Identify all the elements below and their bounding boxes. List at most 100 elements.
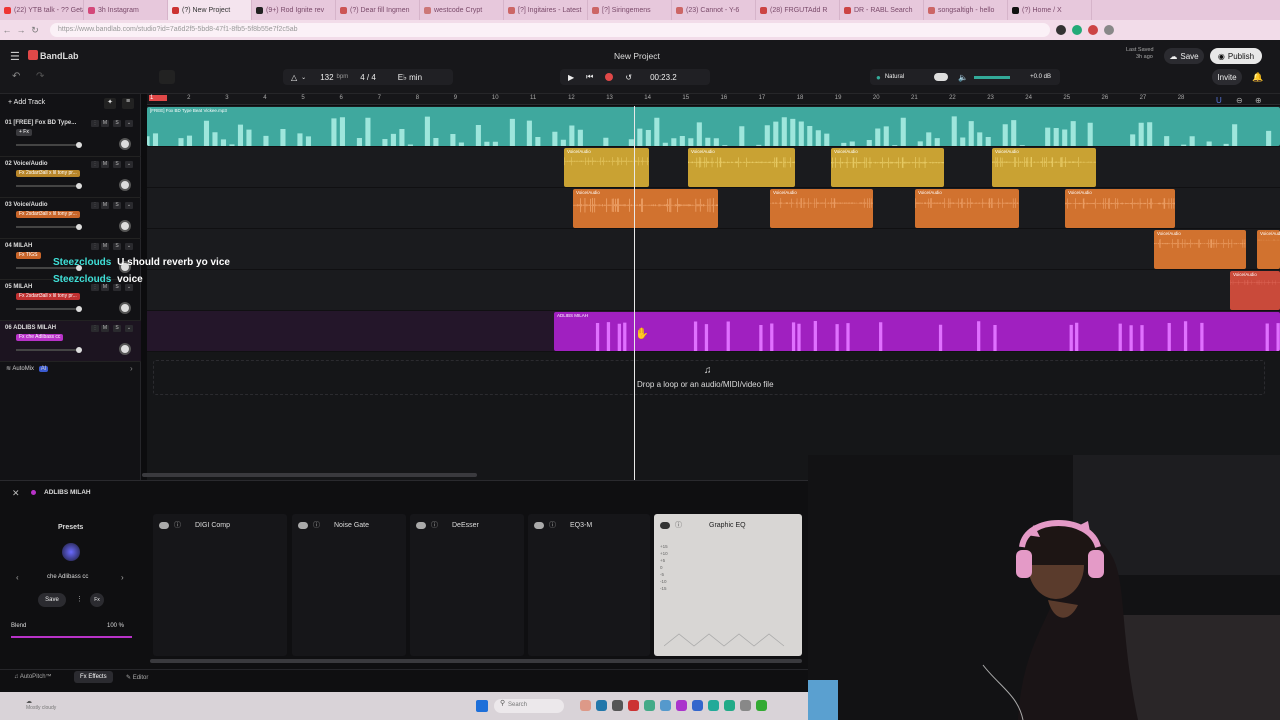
wand-icon[interactable]: ✦ — [104, 98, 116, 109]
project-title[interactable]: New Project — [614, 51, 660, 61]
tab-editor[interactable]: ✎ Editor — [126, 674, 148, 681]
profile-avatar[interactable] — [1104, 25, 1114, 35]
more-icon[interactable]: ⋮ — [76, 595, 83, 603]
browser-tab[interactable]: 3h Instagram — [84, 0, 168, 20]
slider-handle[interactable] — [76, 224, 82, 230]
blend-slider[interactable] — [11, 636, 132, 638]
undo-icon[interactable]: ↶ — [12, 71, 20, 82]
speaker-icon[interactable]: 🔈 — [958, 73, 968, 82]
automix-row[interactable]: ≋ AutoMix AI — [6, 365, 49, 372]
track-header[interactable]: 06 ADLIBS MILAH ⋮ M S ⌄ Fx che Adlibass cc — [0, 321, 141, 362]
browser-tab[interactable]: (28) FRGUTAdd R — [756, 0, 840, 20]
track-volume-slider[interactable] — [16, 142, 82, 148]
audio-clip[interactable]: Voice/Audio — [992, 148, 1096, 187]
track-name[interactable]: 05 MILAH — [5, 284, 32, 290]
weather-widget[interactable]: ☁ Mostly cloudy — [26, 698, 56, 711]
browser-tab[interactable]: (?) Home / X — [1008, 0, 1092, 20]
taskbar-app-icon[interactable] — [644, 700, 655, 711]
info-icon[interactable]: ⓘ — [431, 520, 438, 530]
key-value[interactable]: E♭ min — [398, 73, 422, 82]
browser-tab[interactable]: [?] Siringemens — [588, 0, 672, 20]
track-options-icon[interactable]: ⋮ — [91, 202, 99, 209]
extension-icon[interactable] — [1056, 25, 1066, 35]
taskbar-app-icon[interactable] — [692, 700, 703, 711]
metronome-icon[interactable]: △ — [291, 73, 297, 82]
solo-button[interactable]: S — [113, 284, 121, 291]
chevron-down-icon[interactable]: ⌄ — [125, 120, 133, 127]
effects-scrollbar[interactable] — [150, 659, 802, 663]
pan-knob[interactable] — [119, 343, 131, 355]
zoom-out-icon[interactable]: ⊖ — [1236, 96, 1243, 105]
taskbar-app-icon[interactable] — [660, 700, 671, 711]
master-volume-slider[interactable] — [974, 75, 1011, 79]
tab-effects[interactable]: Fx Effects — [74, 671, 113, 683]
taskbar-app-icon[interactable] — [596, 700, 607, 711]
info-icon[interactable]: ⓘ — [174, 520, 181, 530]
reload-icon[interactable]: ↻ — [28, 25, 42, 36]
audio-clip[interactable]: Voice/Audio — [1230, 271, 1280, 310]
browser-tab[interactable]: (23) Cannot - Y-6 — [672, 0, 756, 20]
browser-tab[interactable]: (22) YTB talk - ?? Geta — [0, 0, 84, 20]
track-volume-slider[interactable] — [16, 224, 82, 230]
playhead[interactable] — [634, 106, 635, 480]
play-icon[interactable]: ▶ — [568, 73, 574, 82]
zoom-in-icon[interactable]: ⊕ — [1255, 96, 1262, 105]
track-options-icon[interactable]: ⋮ — [91, 161, 99, 168]
slider-handle[interactable] — [76, 347, 82, 353]
track-options-icon[interactable]: ⋮ — [91, 120, 99, 127]
eq-curve[interactable] — [664, 626, 794, 650]
taskbar-app-icon[interactable] — [628, 700, 639, 711]
track-name[interactable]: 06 ADLIBS MILAH — [5, 325, 56, 331]
effect-toggle[interactable] — [159, 522, 169, 529]
menu-icon[interactable]: ☰ — [10, 50, 20, 63]
track-lane[interactable] — [147, 229, 1280, 270]
audio-clip[interactable]: Voice/Audio — [915, 189, 1019, 228]
tab-autopitch[interactable]: ♫ AutoPitch™ — [14, 674, 52, 680]
mixer-icon[interactable]: ≡ — [122, 98, 134, 109]
magnet-icon[interactable]: U — [1216, 96, 1222, 105]
windows-start-icon[interactable] — [476, 700, 488, 712]
track-fx-badge[interactable]: Fx 2sdart3all x lil tony pr... — [16, 170, 80, 177]
slider-handle[interactable] — [76, 142, 82, 148]
next-preset-icon[interactable]: › — [121, 573, 124, 582]
track-options-icon[interactable]: ⋮ — [91, 243, 99, 250]
info-icon[interactable]: ⓘ — [313, 520, 320, 530]
pan-knob[interactable] — [119, 220, 131, 232]
track-header[interactable]: 01 [FREE] Fox BD Type... ⋮ M S ⌄ + Fx — [0, 116, 141, 157]
loop-icon[interactable]: ↺ — [625, 73, 632, 82]
track-fx-badge[interactable]: Fx TIGS — [16, 252, 41, 259]
browser-tab[interactable]: [?] Ingitaires - Latest — [504, 0, 588, 20]
track-volume-slider[interactable] — [16, 183, 82, 189]
add-track-button[interactable]: + Add Track — [8, 99, 45, 106]
solo-button[interactable]: S — [113, 243, 121, 250]
track-lane[interactable] — [147, 270, 1280, 311]
taskbar-app-icon[interactable] — [756, 700, 767, 711]
extension-icon[interactable] — [1088, 25, 1098, 35]
audio-clip[interactable]: Voice/Audio — [831, 148, 944, 187]
skip-back-icon[interactable]: ⏮ — [586, 72, 593, 82]
mute-button[interactable]: M — [101, 120, 109, 127]
track-name[interactable]: 04 MILAH — [5, 243, 32, 249]
url-field[interactable]: https://www.bandlab.com/studio?id=7a6d2f… — [50, 23, 1050, 37]
pan-knob[interactable] — [119, 179, 131, 191]
taskbar-app-icon[interactable] — [724, 700, 735, 711]
track-name[interactable]: 02 Voice/Audio — [5, 161, 48, 167]
taskbar-app-icon[interactable] — [612, 700, 623, 711]
audio-clip[interactable]: [FREE] Fox BD Type Beat Vickee.mp3 — [147, 107, 1280, 146]
effect-toggle[interactable] — [660, 522, 670, 529]
track-volume-slider[interactable] — [16, 306, 82, 312]
taskbar-app-icon[interactable] — [580, 700, 591, 711]
taskbar-app-icon[interactable] — [708, 700, 719, 711]
audio-clip[interactable]: Voice/Audio — [573, 189, 718, 228]
browser-tab[interactable]: westcode Crypt — [420, 0, 504, 20]
slider-handle[interactable] — [76, 183, 82, 189]
pan-knob[interactable] — [119, 138, 131, 150]
timeline-lanes[interactable]: [FREE] Fox BD Type Beat Vickee.mp3 Voice/… — [147, 106, 1280, 480]
extension-icon[interactable] — [1072, 25, 1082, 35]
bpm-value[interactable]: 132 — [320, 73, 333, 82]
forward-icon[interactable]: → — [14, 25, 28, 35]
mute-button[interactable]: M — [101, 202, 109, 209]
preset-save-button[interactable]: Save — [38, 593, 66, 607]
browser-tab[interactable]: (?) Dear fill Ingmen — [336, 0, 420, 20]
pan-knob[interactable] — [119, 302, 131, 314]
